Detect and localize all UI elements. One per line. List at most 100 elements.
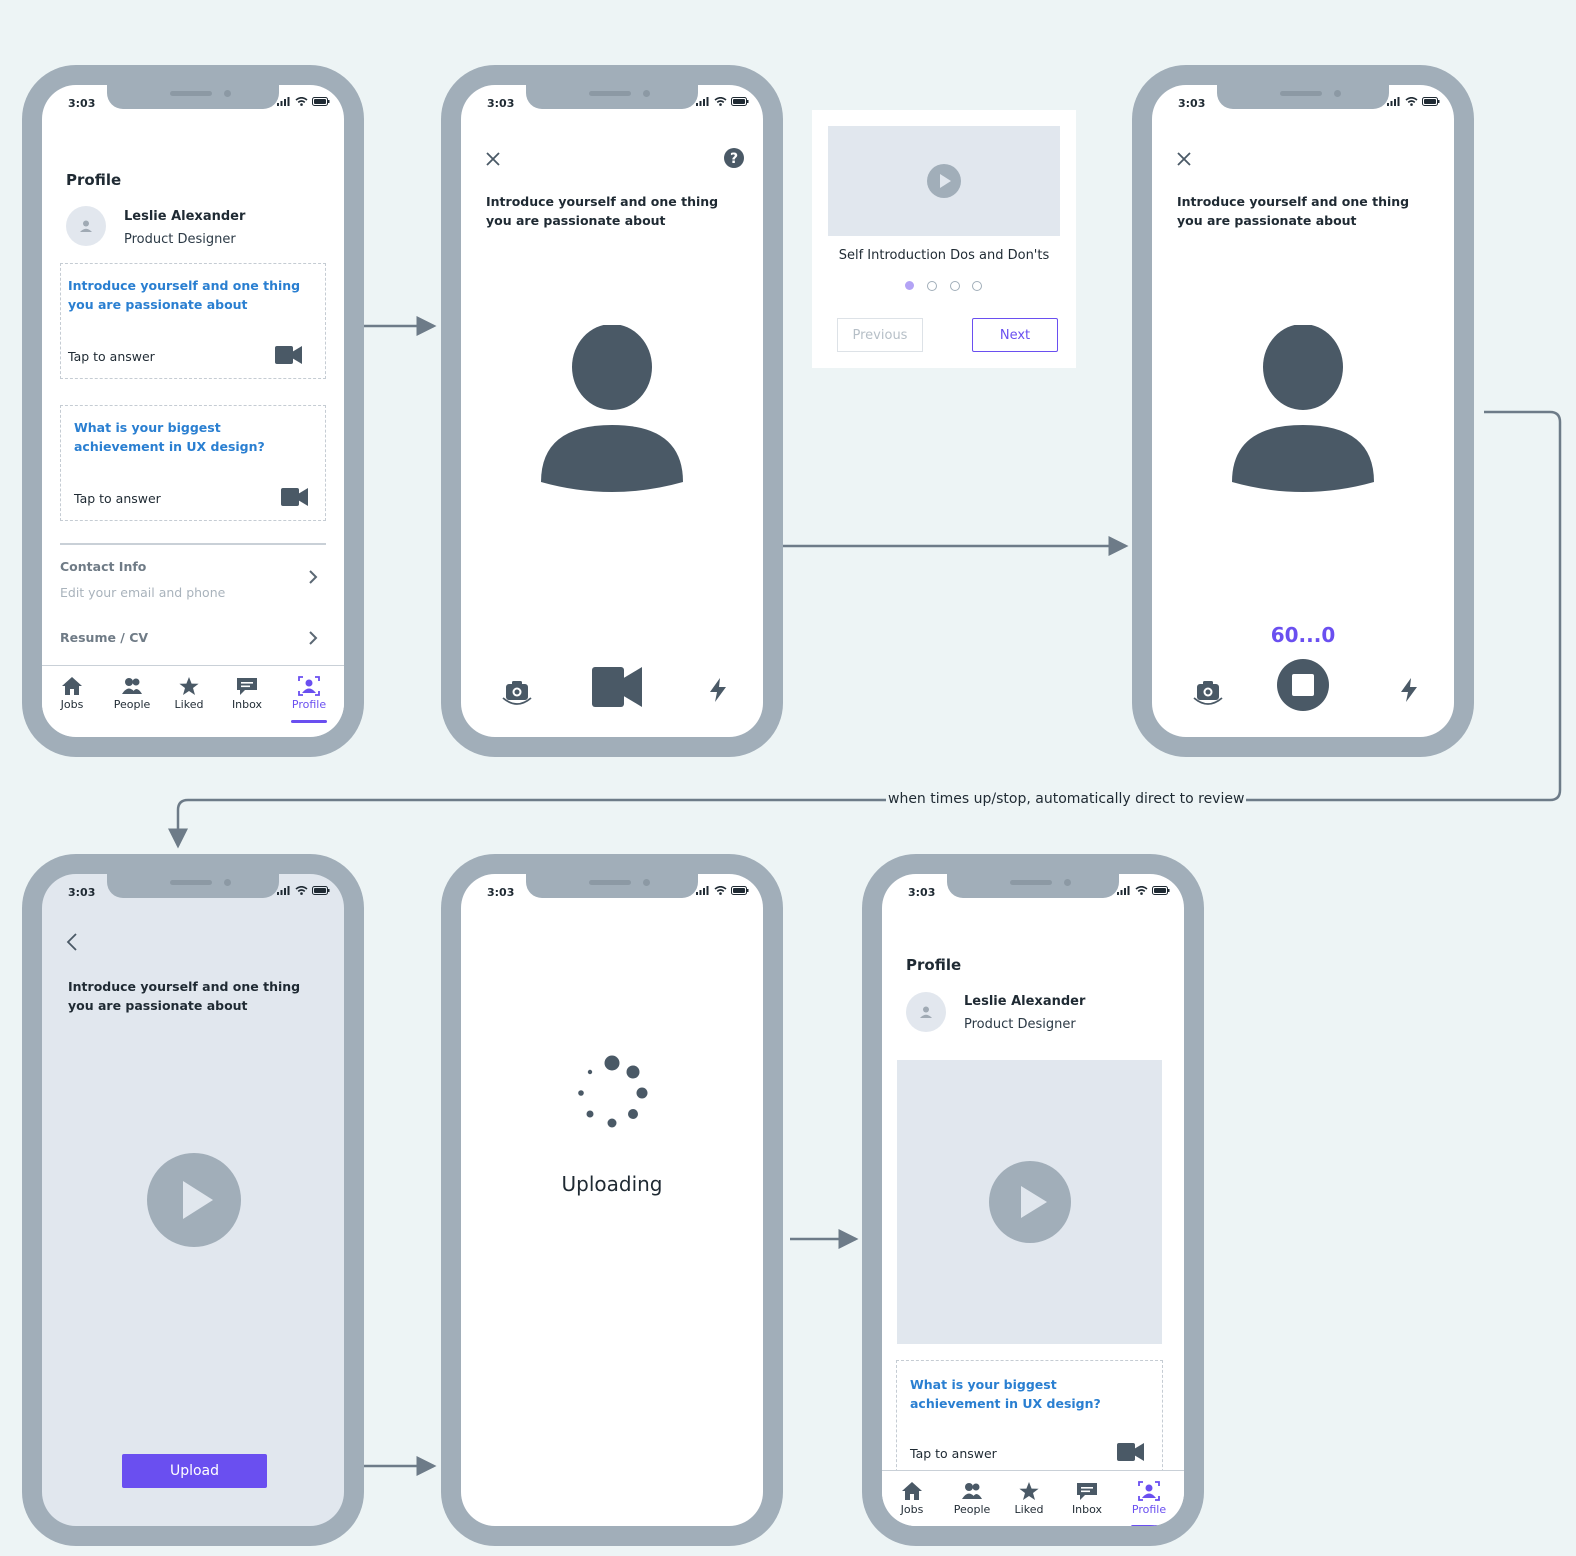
play-icon[interactable] <box>926 163 962 199</box>
video-thumbnail[interactable] <box>828 126 1060 236</box>
phone-recording: 3:03 Introduce yourself and one thing yo… <box>1132 65 1474 757</box>
tips-caption: Self Introduction Dos and Don'ts <box>838 248 1050 263</box>
upload-button[interactable]: Upload <box>122 1454 267 1488</box>
tab-liked[interactable]: Liked <box>164 676 214 711</box>
tab-jobs[interactable]: Jobs <box>887 1481 937 1516</box>
phone-record: 3:03 ? Introduce yourself and one thing … <box>441 65 783 757</box>
tab-jobs[interactable]: Jobs <box>47 676 97 711</box>
flash-icon[interactable] <box>1398 677 1420 703</box>
tab-bar: Jobs People Liked Inbox Profile <box>42 665 344 736</box>
play-video-icon[interactable] <box>988 1160 1072 1244</box>
question-prompt: Introduce yourself and one thing you are… <box>68 979 301 1013</box>
next-button[interactable]: Next <box>972 318 1058 352</box>
status-time: 3:03 <box>1178 97 1206 110</box>
tab-bar: Jobs People Liked Inbox Profile <box>882 1470 1184 1526</box>
question-text: What is your biggest achievement in UX d… <box>910 1377 1101 1411</box>
flash-icon[interactable] <box>707 677 729 703</box>
pagination-dots[interactable] <box>902 280 992 292</box>
wifi-icon <box>714 886 727 895</box>
wifi-icon <box>714 97 727 106</box>
signal-icon <box>1117 886 1130 895</box>
divider <box>60 543 326 545</box>
person-placeholder-icon <box>541 325 683 492</box>
tab-liked[interactable]: Liked <box>1004 1481 1054 1516</box>
flip-camera-icon[interactable] <box>1192 678 1224 708</box>
active-tab-indicator <box>1131 1525 1167 1526</box>
status-icons <box>696 97 749 106</box>
signal-icon <box>696 886 709 895</box>
review-screen: 3:03 Introduce yourself and one thing yo… <box>42 874 344 1526</box>
close-icon[interactable] <box>486 152 500 166</box>
phone-review: 3:03 Introduce yourself and one thing yo… <box>22 854 364 1546</box>
page-dot <box>927 281 937 291</box>
signal-icon <box>696 97 709 106</box>
phone-uploading: 3:03 Uploading <box>441 854 783 1546</box>
battery-icon <box>312 97 330 106</box>
tips-card: Self Introduction Dos and Don'ts Previou… <box>812 110 1076 368</box>
user-role: Product Designer <box>124 232 236 247</box>
battery-icon <box>731 886 749 895</box>
video-camera-icon <box>1117 1443 1144 1461</box>
flow-caption: when times up/stop, automatically direct… <box>886 791 1247 807</box>
help-icon[interactable]: ? <box>724 148 744 168</box>
status-icons <box>1387 97 1440 106</box>
contact-info-row[interactable]: Contact Info Edit your email and phone <box>60 557 324 603</box>
uploading-screen: 3:03 Uploading <box>461 874 763 1526</box>
contact-info-title: Contact Info <box>60 559 147 574</box>
question-card-achievement[interactable]: What is your biggest achievement in UX d… <box>896 1360 1163 1482</box>
contact-info-subtitle: Edit your email and phone <box>60 585 226 600</box>
resume-row[interactable]: Resume / CV <box>60 627 324 653</box>
loading-spinner-icon <box>578 1055 648 1128</box>
flip-camera-icon[interactable] <box>501 678 533 708</box>
tab-profile[interactable]: Profile <box>284 676 334 711</box>
person-placeholder-icon <box>1232 325 1374 492</box>
tap-to-answer: Tap to answer <box>68 349 155 364</box>
question-text: Introduce yourself and one thing you are… <box>68 278 301 312</box>
phone-profile-updated: 3:03 Profile Leslie Alexander Product De… <box>862 854 1204 1546</box>
wifi-icon <box>295 97 308 106</box>
user-icon <box>920 1006 932 1018</box>
video-camera-icon <box>281 488 308 506</box>
question-text: What is your biggest achievement in UX d… <box>74 420 265 454</box>
recording-screen: 3:03 Introduce yourself and one thing yo… <box>1152 85 1454 737</box>
page-title: Profile <box>66 171 122 189</box>
tab-people[interactable]: People <box>107 676 157 711</box>
message-icon <box>1077 1483 1097 1500</box>
status-time: 3:03 <box>68 97 96 110</box>
play-video-icon[interactable] <box>146 1152 242 1248</box>
tab-inbox[interactable]: Inbox <box>1062 1481 1112 1516</box>
stop-recording-button[interactable] <box>1277 659 1329 711</box>
record-video-button[interactable] <box>592 665 642 709</box>
signal-icon <box>1387 97 1400 106</box>
status-time: 3:03 <box>487 97 515 110</box>
close-icon[interactable] <box>1177 152 1191 166</box>
chevron-right-icon <box>309 631 318 645</box>
tap-to-answer: Tap to answer <box>74 491 161 506</box>
tab-profile[interactable]: Profile <box>1124 1481 1174 1516</box>
wifi-icon <box>1135 886 1148 895</box>
phone-profile: 3:03 Profile Leslie Alexander Product De… <box>22 65 364 757</box>
question-card-intro[interactable]: Introduce yourself and one thing you are… <box>60 263 326 379</box>
back-icon[interactable] <box>66 932 78 952</box>
status-time: 3:03 <box>908 886 936 899</box>
resume-title: Resume / CV <box>60 630 149 645</box>
question-card-achievement[interactable]: What is your biggest achievement in UX d… <box>60 405 326 521</box>
home-icon <box>62 677 82 695</box>
previous-button[interactable]: Previous <box>837 318 923 352</box>
profile-icon <box>1138 1481 1160 1501</box>
question-prompt: Introduce yourself and one thing you are… <box>1177 194 1410 228</box>
signal-icon <box>277 886 290 895</box>
intro-video[interactable] <box>897 1060 1162 1344</box>
user-name: Leslie Alexander <box>964 994 1086 1009</box>
status-time: 3:03 <box>487 886 515 899</box>
tab-people[interactable]: People <box>947 1481 997 1516</box>
battery-icon <box>731 97 749 106</box>
status-icons <box>696 886 749 895</box>
user-icon <box>80 220 92 232</box>
profile-icon <box>298 676 320 696</box>
user-name: Leslie Alexander <box>124 209 246 224</box>
star-icon <box>179 677 199 695</box>
people-icon <box>122 678 142 694</box>
tab-inbox[interactable]: Inbox <box>222 676 272 711</box>
star-icon <box>1019 1482 1039 1500</box>
